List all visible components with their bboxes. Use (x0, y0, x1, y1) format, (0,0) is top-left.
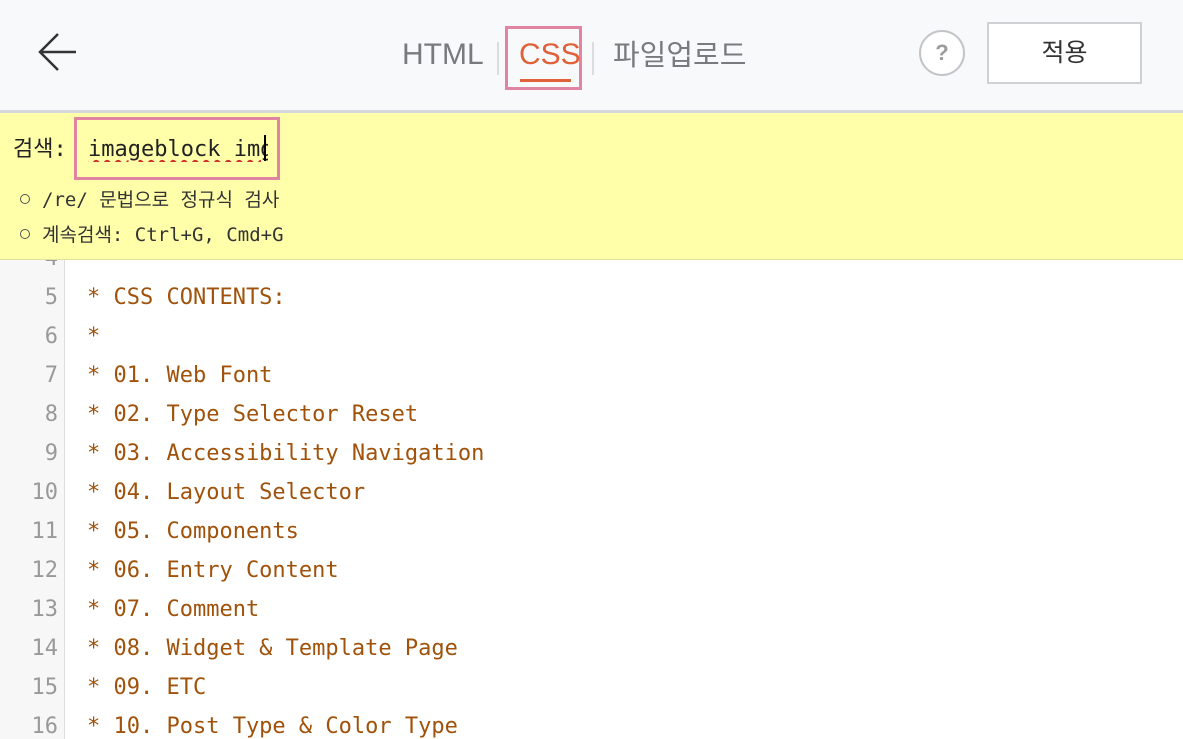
line-code-text: * (87, 324, 101, 349)
code-line[interactable]: 13 * 07. Comment (0, 590, 1183, 629)
code-line[interactable]: 4* (0, 260, 1183, 278)
line-code-text: * 03. Accessibility Navigation (87, 441, 485, 466)
tab-html[interactable]: HTML (402, 0, 484, 110)
text-caret (264, 135, 266, 161)
search-hint-item: 계속검색: Ctrl+G, Cmd+G (20, 220, 284, 247)
code-line[interactable]: 9 * 03. Accessibility Navigation (0, 434, 1183, 473)
code-line[interactable]: 11 * 05. Components (0, 512, 1183, 551)
question-icon: ? (935, 40, 949, 65)
line-number: 8 (44, 402, 58, 427)
help-button[interactable]: ? (919, 30, 965, 76)
line-number: 10 (31, 480, 59, 505)
line-code-text: * 09. ETC (87, 675, 207, 700)
circle-bullet-icon (20, 193, 30, 204)
line-number: 5 (44, 285, 58, 310)
line-number: 7 (44, 363, 58, 388)
tab-file-upload[interactable]: 파일업로드 (613, 0, 746, 110)
search-hint-text: /re/ 문법으로 정규식 검사 (42, 189, 280, 211)
line-code-text: * 10. Post Type & Color Type (87, 714, 458, 739)
code-line[interactable]: 14 * 08. Widget & Template Page (0, 629, 1183, 668)
editor-header: HTML CSS 파일업로드 ? 적용 (0, 0, 1183, 113)
line-number: 14 (31, 636, 59, 661)
tab-css[interactable]: CSS (519, 0, 581, 110)
search-label: 검색: (13, 137, 67, 162)
code-line[interactable]: 5 * CSS CONTENTS: (0, 278, 1183, 317)
tab-active-underline (520, 79, 571, 82)
line-number: 12 (31, 558, 59, 583)
line-number: 15 (31, 675, 59, 700)
search-input[interactable] (88, 133, 268, 165)
code-line[interactable]: 16 * 10. Post Type & Color Type (0, 707, 1183, 739)
code-line[interactable]: 7 * 01. Web Font (0, 356, 1183, 395)
apply-button[interactable]: 적용 (987, 22, 1142, 84)
line-number: 11 (31, 519, 59, 544)
code-line[interactable]: 8 * 02. Type Selector Reset (0, 395, 1183, 434)
line-code-text: * 06. Entry Content (87, 558, 339, 583)
line-code-text: * 02. Type Selector Reset (87, 402, 419, 427)
line-code-text: * 04. Layout Selector (87, 480, 366, 505)
line-code-text: * 05. Components (87, 519, 299, 544)
line-code-text: * (87, 260, 100, 278)
search-hint-item: /re/ 문법으로 정규식 검사 (20, 185, 279, 212)
circle-bullet-icon (20, 228, 30, 239)
line-number: 16 (31, 714, 59, 739)
tab-divider (497, 42, 499, 75)
code-line[interactable]: 10 * 04. Layout Selector (0, 473, 1183, 512)
search-hint-text: 계속검색: Ctrl+G, Cmd+G (42, 224, 284, 246)
code-editor[interactable]: 4*5* CSS CONTENTS:6*7* 01. Web Font8* 02… (0, 260, 1183, 739)
line-number: 13 (31, 597, 59, 622)
code-line[interactable]: 6 * (0, 317, 1183, 356)
line-number: 9 (44, 441, 58, 466)
code-line[interactable]: 15 * 09. ETC (0, 668, 1183, 707)
tab-divider (592, 42, 594, 75)
code-line[interactable]: 12 * 06. Entry Content (0, 551, 1183, 590)
line-code-text: * 01. Web Font (87, 363, 273, 388)
search-panel: 검색: /re/ 문법으로 정규식 검사 계속검색: Ctrl+G, Cmd+G (0, 113, 1183, 260)
line-number: 6 (44, 324, 58, 349)
line-number: 4 (0, 260, 58, 278)
line-code-text: * 08. Widget & Template Page (87, 636, 458, 661)
line-code-text: * CSS CONTENTS: (87, 285, 286, 310)
line-code-text: * 07. Comment (87, 597, 260, 622)
